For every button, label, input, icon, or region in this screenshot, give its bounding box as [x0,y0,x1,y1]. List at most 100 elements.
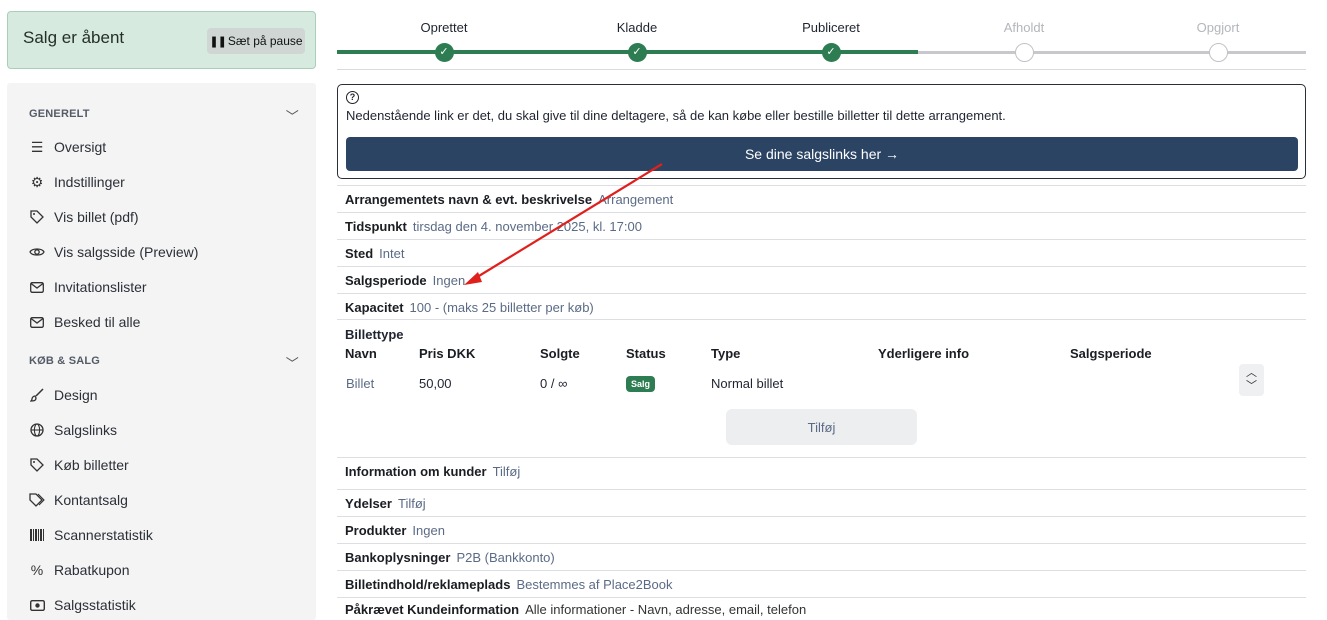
check-icon: ✓ [821,43,841,62]
column-header: Navn [345,346,377,361]
ticket-types-section: Billettype Navn Pris DKK Solgte Status T… [337,319,1306,457]
property-row-capacity[interactable]: Kapacitet 100 - (maks 25 billetter per k… [337,293,1306,320]
section-heading-generelt[interactable]: GENERELT ﹀ [29,108,299,124]
sidebar-item-indstillinger[interactable]: ⚙ Indstillinger [29,170,299,194]
property-key: Tidspunkt [345,218,407,234]
step-oprettet: Oprettet ✓ [384,20,504,62]
info-text: Nedenstående link er det, du skal give t… [346,108,1006,123]
sidebar-item-label: Rabatkupon [54,562,130,578]
property-value[interactable]: Tilføj [398,496,426,511]
property-value[interactable]: Ingen [412,523,445,538]
tag-icon [29,210,45,224]
money-icon [29,599,45,611]
empty-circle-icon [1014,43,1034,62]
status-badge: Salg [626,376,656,392]
property-key: Ydelser [345,495,392,511]
section-heading-koeb-salg[interactable]: KØB & SALG ﹀ [29,355,299,371]
step-label: Afholdt [1003,20,1045,35]
sidebar-item-label: Besked til alle [54,314,141,330]
percent-icon: % [30,562,44,578]
property-value[interactable]: Alle informationer - Navn, adresse, emai… [525,602,806,617]
step-opgjort: Opgjort [1158,20,1278,62]
property-row-required-info[interactable]: Påkrævet Kundeinformation Alle informati… [337,597,1306,620]
sidebar-item-besked-til-alle[interactable]: Besked til alle [29,310,299,334]
property-row-name[interactable]: Arrangementets navn & evt. beskrivelse A… [337,185,1306,212]
brush-icon [29,388,45,402]
column-header: Status [626,346,666,361]
sidebar-item-oversigt[interactable]: ☰ Oversigt [29,135,299,159]
sidebar-item-label: Indstillinger [54,174,125,190]
pause-icon: ❚❚ [209,35,226,48]
property-key: Information om kunder [345,464,487,479]
sidebar-item-rabatkupon[interactable]: % Rabatkupon [29,558,299,582]
ticket-sold: 0 / ∞ [540,376,568,391]
sale-status-title: Salg er åbent [23,28,125,47]
sidebar-item-salgslinks[interactable]: Salgslinks [29,418,299,442]
sidebar-item-koeb-billetter[interactable]: Køb billetter [29,453,299,477]
property-value[interactable]: P2B (Bankkonto) [456,550,554,565]
globe-icon [29,423,45,437]
chevron-down-icon[interactable]: ﹀ [1239,380,1264,393]
sidebar-item-vis-billet[interactable]: Vis billet (pdf) [29,205,299,229]
property-value[interactable]: Bestemmes af Place2Book [516,577,672,592]
property-key: Påkrævet Kundeinformation [345,601,520,617]
property-row-bank[interactable]: Bankoplysninger P2B (Bankkonto) [337,543,1306,570]
pause-label: Sæt på pause [227,34,303,48]
sidebar-item-label: Invitationslister [54,279,147,295]
property-key: Salgsperiode [345,272,427,288]
sidebar-item-kontantsalg[interactable]: Kontantsalg [29,488,299,512]
property-value[interactable]: Tilføj [493,464,521,479]
sidebar-item-label: Salgslinks [54,422,118,438]
sidebar-item-label: Design [54,387,98,403]
gear-icon: ⚙ [30,173,44,190]
pause-sale-button[interactable]: ❚❚ Sæt på pause [207,28,305,54]
property-row-ticket-content[interactable]: Billetindhold/reklameplads Bestemmes af … [337,570,1306,597]
chevron-up-icon[interactable]: ︿ [1239,367,1264,380]
check-icon: ✓ [627,43,647,62]
sidebar: GENERELT ﹀ ☰ Oversigt ⚙ Indstillinger Vi… [7,83,316,620]
property-value[interactable]: 100 - (maks 25 billetter per køb) [410,300,594,315]
property-value[interactable]: Arrangement [598,192,673,207]
step-label: Oprettet [420,20,468,35]
property-row-services[interactable]: Ydelser Tilføj [337,489,1306,516]
question-icon: ? [346,91,359,104]
property-row-customer-info[interactable]: Information om kunder Tilføj [337,457,1306,485]
chevron-down-icon: ﹀ [285,109,299,124]
reorder-control[interactable]: ︿ ﹀ [1239,364,1264,396]
step-publiceret: Publiceret ✓ [771,20,891,62]
sidebar-item-label: Køb billetter [54,457,129,473]
divider [337,69,1306,70]
property-key: Produkter [345,522,407,538]
property-value[interactable]: Intet [379,246,404,261]
sidebar-item-salgsstatistik[interactable]: Salgsstatistik [29,593,299,617]
property-key: Bankoplysninger [345,549,451,565]
sidebar-item-invitationslister[interactable]: Invitationslister [29,275,299,299]
sidebar-item-design[interactable]: Design [29,383,299,407]
envelope-icon [29,281,45,293]
view-sales-links-button[interactable]: Se dine salgslinks her → [346,137,1298,171]
column-header: Salgsperiode [1070,346,1152,361]
property-row-sales-period[interactable]: Salgsperiode Ingen [337,266,1306,293]
property-value[interactable]: tirsdag den 4. november 2025, kl. 17:00 [413,219,642,234]
column-header: Pris DKK [419,346,476,361]
step-afholdt: Afholdt [964,20,1084,62]
property-key: Sted [345,245,374,261]
step-label: Publiceret [802,20,860,35]
sidebar-item-label: Oversigt [54,139,107,155]
ticket-name-link[interactable]: Billet [346,376,374,391]
column-header: Type [711,346,741,361]
status-stepper: Oprettet ✓ Kladde ✓ Publiceret ✓ Afholdt… [337,20,1306,70]
tag-icon [29,458,45,472]
property-row-time[interactable]: Tidspunkt tirsdag den 4. november 2025, … [337,212,1306,239]
tags-icon [29,493,45,507]
sidebar-item-label: Vis billet (pdf) [54,209,139,225]
add-ticket-type-button[interactable]: Tilføj [726,409,917,445]
sidebar-item-vis-salgsside[interactable]: Vis salgsside (Preview) [29,240,299,264]
sidebar-item-scannerstatistik[interactable]: Scannerstatistik [29,523,299,547]
property-value[interactable]: Ingen [433,273,466,288]
chevron-down-icon: ﹀ [285,356,299,371]
property-row-products[interactable]: Produkter Ingen [337,516,1306,543]
property-row-place[interactable]: Sted Intet [337,239,1306,266]
property-key: Billetindhold/reklameplads [345,576,511,592]
sidebar-item-label: Scannerstatistik [54,527,153,543]
